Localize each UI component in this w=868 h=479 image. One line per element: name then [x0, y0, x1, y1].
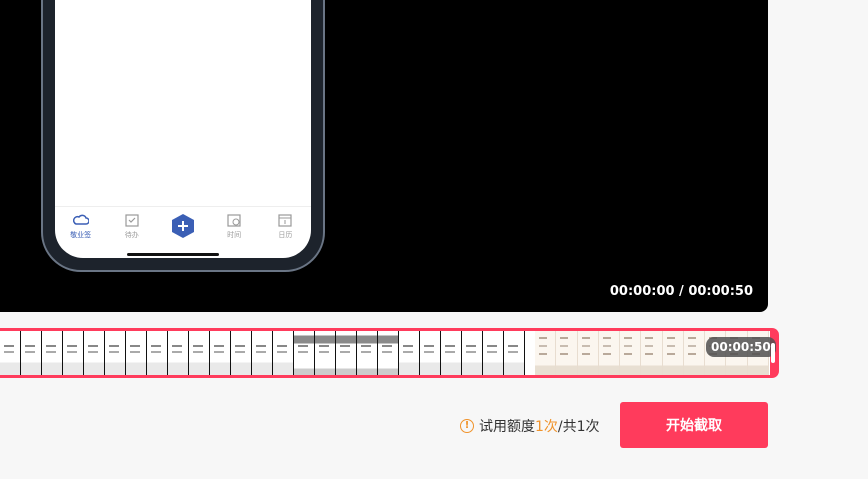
- plus-icon: [171, 214, 194, 238]
- phone-tab-label: 日历: [278, 231, 293, 239]
- quota-used: 1次: [535, 419, 558, 435]
- phone-tab-time: 时间: [214, 213, 254, 240]
- timeline-frame: [252, 331, 273, 375]
- timeline-frame: [189, 331, 210, 375]
- phone-tab-add: [163, 213, 203, 239]
- timeline-frame: [441, 331, 462, 375]
- playback-time: 00:00:00 / 00:00:50: [609, 284, 753, 299]
- timeline-frame: [598, 331, 621, 375]
- phone-tab-label: 敬业签: [70, 231, 92, 239]
- phone-tab-label: 待办: [124, 231, 139, 239]
- warning-icon: !: [460, 419, 474, 433]
- timeline-frame: [336, 331, 357, 375]
- timeline-frame: [0, 331, 21, 375]
- timeline-frame: [105, 331, 126, 375]
- cloud-icon: [72, 214, 89, 225]
- timeline-frame: [273, 331, 294, 375]
- timeline-frame: [483, 331, 504, 375]
- timeline-frame: [42, 331, 63, 375]
- timeline-strip[interactable]: 00:00:50: [0, 328, 779, 378]
- timeline-frame: [641, 331, 663, 375]
- trial-quota: ! 试用额度 1次 /共1次: [460, 416, 600, 436]
- timeline-frame: [84, 331, 105, 375]
- timeline-frame: [147, 331, 168, 375]
- phone-tab-notes: 敬业签: [61, 213, 101, 240]
- timeline-end-time: 00:00:50: [706, 337, 776, 357]
- timeline-frame: [462, 331, 483, 375]
- quota-suffix: /共1次: [557, 419, 600, 435]
- timeline-frame: [535, 331, 557, 375]
- phone-tab-calendar: 日历: [265, 213, 305, 240]
- phone-mockup: 敬业签 待办 时间 日历: [41, 0, 325, 272]
- quota-prefix: 试用额度: [479, 419, 535, 435]
- timeline-frame: [399, 331, 420, 375]
- start-capture-button[interactable]: 开始截取: [620, 402, 768, 448]
- timeline-frame: [210, 331, 231, 375]
- timeline-frame: [294, 331, 315, 375]
- timeline-frame: [21, 331, 42, 375]
- timeline-end-handle[interactable]: [771, 343, 775, 363]
- clock-icon: [227, 214, 241, 227]
- timeline-frame: [420, 331, 441, 375]
- phone-screen: 敬业签 待办 时间 日历: [55, 0, 311, 258]
- timeline-frame: [315, 331, 336, 375]
- calendar-check-icon: [125, 214, 139, 227]
- timeline-frame: [231, 331, 252, 375]
- timeline-frame: [620, 331, 642, 375]
- timeline-frame: [168, 331, 189, 375]
- timeline-frame: [357, 331, 378, 375]
- timeline-frame: [63, 331, 84, 375]
- timeline-frame: [662, 331, 684, 375]
- timeline-frame: [556, 331, 578, 375]
- phone-tab-bar: 敬业签 待办 时间 日历: [55, 206, 311, 258]
- timeline-frame: [126, 331, 147, 375]
- phone-tab-label: 时间: [227, 231, 242, 239]
- phone-tab-todo: 待办: [112, 213, 152, 240]
- video-player[interactable]: 敬业签 待办 时间 日历 00:00:00 / 00:00:50: [0, 0, 768, 312]
- timeline-frame: [683, 331, 706, 375]
- timeline-frame: [504, 331, 525, 375]
- timeline-frame: [378, 331, 399, 375]
- timeline-frame: [577, 331, 599, 375]
- home-indicator: [127, 253, 219, 256]
- calendar-icon: [278, 214, 292, 227]
